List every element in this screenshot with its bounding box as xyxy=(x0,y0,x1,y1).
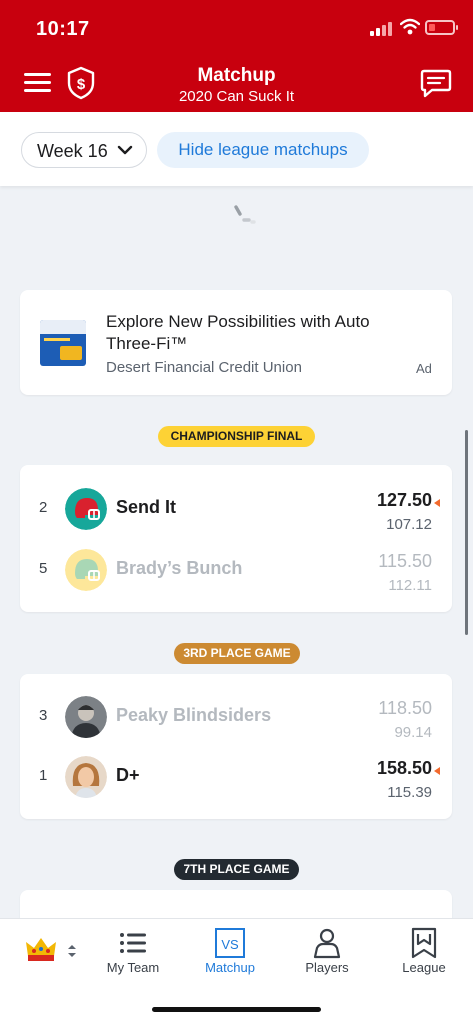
team-seed: 1 xyxy=(39,767,48,784)
team-avatar xyxy=(65,488,107,530)
winning-indicator-icon xyxy=(434,767,440,775)
loading-spinner-icon xyxy=(234,205,256,224)
battery-icon xyxy=(425,20,458,35)
ad-label: Ad xyxy=(416,361,432,376)
team-seed: 5 xyxy=(39,560,48,577)
week-selector[interactable]: Week 16 xyxy=(21,132,147,168)
league-name: 2020 Can Suck It xyxy=(178,88,295,105)
league-badge-icon xyxy=(411,927,437,959)
ad-sponsor: Desert Financial Credit Union xyxy=(106,359,302,376)
week-label: Week 16 xyxy=(37,141,108,161)
team-row[interactable]: 5 Brady’s Bunch 115.50 112.11 xyxy=(20,540,452,600)
tab-league[interactable]: League xyxy=(376,919,472,989)
team-avatar xyxy=(65,696,107,738)
team-projected: 99.14 xyxy=(394,724,432,741)
bottom-tab-bar: My Team VS Matchup Players League xyxy=(0,918,473,1024)
filter-bar: Week 16 Hide league matchups xyxy=(0,112,473,186)
team-projected: 107.12 xyxy=(386,516,432,533)
tab-label: Players xyxy=(305,960,349,975)
tab-players[interactable]: Players xyxy=(279,919,375,989)
team-score: 115.50 xyxy=(378,551,432,571)
team-avatar xyxy=(65,549,107,591)
team-projected: 112.11 xyxy=(388,577,432,594)
tab-label: League xyxy=(402,960,446,975)
tab-my-team[interactable]: My Team xyxy=(85,919,181,989)
team-score: 127.50 xyxy=(376,490,432,510)
tab-label: My Team xyxy=(106,960,160,975)
third-place-badge: 3RD PLACE GAME xyxy=(174,643,300,664)
team-name: Send It xyxy=(116,497,177,517)
team-seed: 3 xyxy=(39,707,48,724)
team-name: D+ xyxy=(116,765,140,785)
team-projected: 115.39 xyxy=(387,784,432,801)
ad-card[interactable]: Explore New Possibilities with Auto Thre… xyxy=(20,290,452,395)
team-switcher-avatar[interactable] xyxy=(20,929,62,971)
team-row[interactable]: 1 D+ 158.50 115.39 xyxy=(20,747,452,807)
tab-label: Matchup xyxy=(205,960,255,975)
seventh-place-badge: 7TH PLACE GAME xyxy=(174,859,299,880)
ad-thumbnail xyxy=(40,320,86,366)
signal-icon xyxy=(370,22,394,36)
team-score: 158.50 xyxy=(376,758,432,778)
app-header: $ Matchup 2020 Can Suck It xyxy=(0,52,473,112)
team-row[interactable]: 3 Peaky Blindsiders 118.50 99.14 xyxy=(20,687,452,747)
home-indicator xyxy=(152,1007,321,1012)
matchup-card-third-place[interactable]: 3 Peaky Blindsiders 118.50 99.14 1 D+ 15… xyxy=(20,674,452,819)
team-seed: 2 xyxy=(39,499,48,516)
team-name: Peaky Blindsiders xyxy=(116,705,272,725)
scrollbar[interactable] xyxy=(465,430,468,635)
status-time: 10:17 xyxy=(36,18,90,40)
svg-text:VS: VS xyxy=(221,937,239,952)
wifi-icon xyxy=(400,18,420,35)
chevron-down-icon xyxy=(117,145,133,155)
tab-matchup[interactable]: VS Matchup xyxy=(182,919,278,989)
championship-final-badge: CHAMPIONSHIP FINAL xyxy=(158,426,315,447)
page-title: Matchup xyxy=(197,65,276,86)
team-score: 118.50 xyxy=(378,698,432,718)
team-name: Brady’s Bunch xyxy=(116,558,243,578)
team-row[interactable]: 2 Send It 127.50 107.12 xyxy=(20,479,452,539)
matchup-card-championship[interactable]: 2 Send It 127.50 107.12 5 Brady’s Bunch … xyxy=(20,465,452,612)
team-switch-chevrons-icon[interactable] xyxy=(67,943,77,959)
ad-headline: Explore New Possibilities with Auto Thre… xyxy=(106,312,370,353)
status-bar: 10:17 xyxy=(0,0,473,52)
versus-icon: VS xyxy=(215,928,245,958)
hide-league-matchups-button[interactable]: Hide league matchups xyxy=(157,132,369,168)
player-icon xyxy=(313,928,341,959)
chat-bubble-icon[interactable] xyxy=(420,68,452,98)
team-avatar xyxy=(65,756,107,798)
list-icon xyxy=(120,933,146,953)
winning-indicator-icon xyxy=(434,499,440,507)
